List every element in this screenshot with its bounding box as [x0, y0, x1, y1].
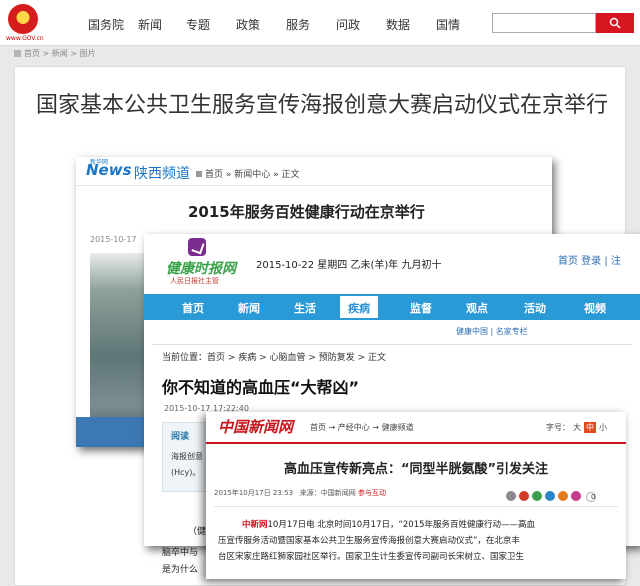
hp-nav-news[interactable]: 新闻	[238, 300, 260, 316]
weibo-share-icon[interactable]	[519, 491, 529, 501]
font-size-small[interactable]: 小	[599, 422, 607, 433]
cn-headline: 高血压宣传新亮点：“同型半胱氨酸”引发关注	[283, 462, 549, 477]
nav-item-data[interactable]: 数据	[386, 16, 410, 33]
health-times-logo-sub: 人民日报社主管	[170, 277, 219, 285]
xinhua-news-logo: News	[86, 161, 132, 179]
cn-meta-source: 来源：中国新闻网	[299, 489, 356, 497]
nav-item-topics[interactable]: 专题	[186, 16, 210, 33]
hp-nav-video[interactable]: 视频	[584, 300, 606, 316]
cn-breadcrumb: 首页 → 产经中心 → 健康频道	[310, 423, 414, 432]
hp-nav-home[interactable]: 首页	[182, 300, 204, 316]
cn-meta: 2015年10月17日 23:53 来源：中国新闻网 参与互动	[214, 488, 386, 498]
hp-nav-events[interactable]: 活动	[524, 300, 546, 316]
hp-headline: 你不知道的高血压“大帮凶”	[162, 378, 360, 397]
nav-item-national-info[interactable]: 国情	[436, 16, 460, 33]
hp-related-line: (Hcy)。	[171, 468, 201, 477]
top-nav: www.GOV.cn 国务院 新闻 专题 政策 服务 问政 数据 国情	[0, 0, 640, 46]
home-icon	[14, 50, 21, 57]
font-size-large[interactable]: 大	[573, 422, 581, 433]
hp-nav-opinion[interactable]: 观点	[466, 300, 488, 316]
nav-item-policy[interactable]: 政策	[236, 16, 260, 33]
qq-share-icon[interactable]	[545, 491, 555, 501]
share-bar: 0	[506, 486, 599, 505]
font-size-switcher: 字号：大中小	[546, 422, 607, 433]
health-times-login[interactable]: 首页 登录 | 注	[558, 252, 621, 267]
health-times-logo-icon	[188, 238, 206, 256]
hp-nav-disease[interactable]: 疾病	[340, 296, 378, 318]
shaanxi-photo-banner	[76, 417, 152, 447]
search-icon	[609, 17, 621, 29]
shaanxi-breadcrumb: 首页 » 新闻中心 » 正文	[196, 167, 299, 180]
search-input[interactable]	[492, 13, 596, 33]
hp-body-line: 脑卒中与	[162, 548, 199, 558]
china-news-screenshot: 中国新闻网 首页 → 产经中心 → 健康频道 字号：大中小 高血压宣传新亮点：“…	[206, 412, 626, 579]
cn-meta-date: 2015年10月17日 23:53	[214, 489, 294, 497]
hp-nav-supervision[interactable]: 监督	[410, 300, 432, 316]
channel-name: 陕西频道	[134, 166, 190, 182]
divider	[76, 185, 552, 186]
shaanxi-headline: 2015年服务百姓健康行动在京举行	[188, 203, 425, 221]
divider	[152, 344, 632, 345]
health-times-date: 2015-10-22 星期四 乙未(羊)年 九月初十	[256, 260, 442, 271]
china-news-logo: 中国新闻网	[218, 418, 294, 436]
font-size-medium[interactable]: 中	[584, 422, 596, 433]
font-size-label: 字号：	[546, 423, 570, 432]
nav-item-inquiry[interactable]: 问政	[336, 16, 360, 33]
national-emblem-icon[interactable]	[8, 4, 38, 34]
breadcrumb: 首页 > 新闻 > 图片	[14, 48, 96, 59]
health-times-nav: 首页 新闻 生活 疾病 监督 观点 活动 视频	[144, 294, 640, 320]
page-title: 国家基本公共卫生服务宣传海报创意大赛启动仪式在京举行	[35, 93, 608, 118]
hp-nav-life[interactable]: 生活	[294, 300, 316, 316]
cn-body-line: 中新网10月17日电 北京时间10月17日，“2015年服务百姓健康行动——高血	[218, 518, 618, 532]
hp-body-line: 是为什么	[162, 565, 199, 575]
share-icon[interactable]	[506, 491, 516, 501]
cn-body-source: 中新网	[242, 520, 268, 530]
hp-sublinks[interactable]: 健康中国 | 名家专栏	[456, 326, 528, 337]
breadcrumb-text[interactable]: 首页 > 新闻 > 图片	[24, 49, 96, 58]
cn-body-line: 压宣传服务活动暨国家基本公共卫生服务宣传海报创意大赛启动仪式”，在北京丰	[218, 536, 520, 546]
nav-item-service[interactable]: 服务	[286, 16, 310, 33]
share-count: 0	[586, 492, 596, 502]
health-times-logo: 健康时报网	[166, 261, 236, 277]
shaanxi-date: 2015-10-17	[90, 235, 137, 244]
search-button[interactable]	[596, 13, 634, 33]
cn-body-text: 10月17日电 北京时间10月17日，“2015年服务百姓健康行动——高血	[267, 520, 536, 530]
wechat-share-icon[interactable]	[532, 491, 542, 501]
hp-related-head: 阅读	[171, 432, 190, 442]
cn-body-line: 台区宋家庄路红狮家园社区举行。国家卫生计生委宣传司副司长宋树立、国家卫生	[218, 552, 525, 562]
hp-breadcrumb: 当前位置：首页 > 疾病 > 心脑血管 > 预防复发 > 正文	[162, 353, 387, 363]
participate-link[interactable]: 参与互动	[358, 489, 386, 497]
divider	[214, 506, 618, 507]
home-icon	[196, 171, 202, 177]
nav-item-guowuyuan[interactable]: 国务院	[88, 16, 124, 33]
nav-item-news[interactable]: 新闻	[138, 16, 162, 33]
hp-related-line[interactable]: 海报创意	[171, 451, 203, 462]
divider	[206, 442, 626, 444]
qzone-share-icon[interactable]	[558, 491, 568, 501]
shaanxi-breadcrumb-text: 首页 » 新闻中心 » 正文	[205, 170, 300, 180]
more-share-icon[interactable]	[571, 491, 581, 501]
site-url: www.GOV.cn	[6, 35, 44, 42]
